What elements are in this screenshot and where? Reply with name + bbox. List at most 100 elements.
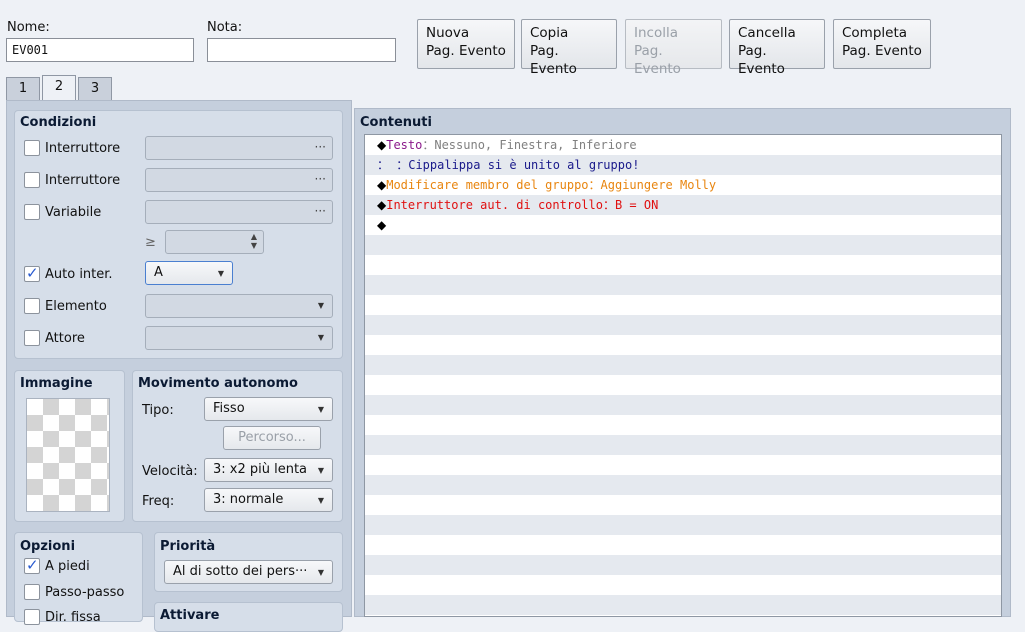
name-input[interactable]: EV001 [6,38,194,62]
walking-checkbox[interactable]: ✓ [24,556,40,574]
clear-page-line2: Pag. Evento [842,43,922,59]
delete-page-line1: Cancella [738,25,796,41]
note-label: Nota: [207,20,243,35]
more-icon: ··· [314,140,326,154]
empty-command-row[interactable] [365,515,1001,535]
options-title: Opzioni [20,539,76,554]
variable-checkbox[interactable] [24,204,40,220]
chevron-down-icon: ▼ [317,466,324,475]
switch1-label: Interruttore [45,141,121,156]
empty-command-row[interactable] [365,595,1001,615]
empty-command-row[interactable] [365,375,1001,395]
new-page-button[interactable]: Nuova Pag. Evento [417,19,515,69]
empty-command-row[interactable] [365,435,1001,455]
movement-title: Movimento autonomo [138,376,298,391]
variable-value-spinner[interactable]: ▲ ▼ [165,230,264,254]
chevron-down-icon: ▼ [317,496,324,505]
command-bullet-icon: ◆ [377,138,387,152]
tab-1[interactable]: 1 [6,77,40,101]
empty-command-row[interactable] [365,235,1001,255]
command-bullet-icon: ◆ [377,178,387,192]
chevron-down-icon: ▼ [317,333,324,342]
paste-page-line2: Pag. Evento [634,43,681,77]
empty-command-row[interactable] [365,555,1001,575]
switch1-checkbox[interactable] [24,140,40,156]
clear-page-button[interactable]: Completa Pag. Evento [833,19,931,69]
switch1-selector[interactable]: ··· [145,136,333,160]
chevron-down-icon: ▼ [317,301,324,310]
more-icon: ··· [314,172,326,186]
copy-page-button[interactable]: Copia Pag. Evento [521,19,617,77]
route-button[interactable]: Percorso... [223,426,321,450]
direction-fix-label: Dir. fissa [45,610,101,625]
self-switch-checkbox[interactable]: ✓ [24,264,40,282]
paste-page-line1: Incolla [634,25,678,41]
actor-checkbox[interactable] [24,330,40,346]
empty-command-row[interactable] [365,275,1001,295]
frequency-value: 3: normale [213,492,284,507]
self-switch-value: A [154,265,163,280]
walking-label: A piedi [45,559,90,574]
tab-2[interactable]: 2 [42,75,76,101]
switch2-checkbox[interactable] [24,172,40,188]
command-text: ： ：Cippalippa si è unito al gruppo! [377,158,640,172]
actor-dropdown[interactable]: ▼ [145,326,333,350]
frequency-dropdown[interactable]: 3: normale ▼ [204,488,333,512]
priority-dropdown[interactable]: Al di sotto dei pers··· ▼ [164,560,333,584]
stepping-checkbox[interactable] [24,584,40,600]
movement-type-value: Fisso [213,401,245,416]
actor-label: Attore [45,331,85,346]
trigger-title: Attivare [160,608,220,623]
image-title: Immagine [20,376,93,391]
empty-command-row[interactable] [365,355,1001,375]
page-tabs: 1 2 3 [6,75,116,101]
command-row[interactable]: ◆Testo：Nessuno, Finestra, Inferiore [365,135,1001,155]
switch2-label: Interruttore [45,173,121,188]
delete-page-button[interactable]: Cancella Pag. Evento [729,19,825,77]
command-text: Modificare membro del gruppo：Aggiungere … [386,178,717,192]
conditions-title: Condizioni [20,115,97,130]
name-label: Nome: [7,20,50,35]
speed-dropdown[interactable]: 3: x2 più lenta ▼ [204,458,333,482]
new-page-line1: Nuova [426,25,470,41]
empty-command-row[interactable] [365,255,1001,275]
chevron-down-icon: ▼ [317,568,324,577]
command-row[interactable]: ◆ [365,215,1001,235]
contents-title: Contenuti [360,115,432,130]
chevron-down-icon: ▼ [317,405,324,414]
variable-label: Variabile [45,205,102,220]
command-row[interactable]: ◆Interruttore aut. di controllo：B = ON [365,195,1001,215]
empty-command-row[interactable] [365,395,1001,415]
empty-command-row[interactable] [365,455,1001,475]
note-input[interactable] [207,38,396,62]
item-checkbox[interactable] [24,298,40,314]
checkmark-icon: ✓ [26,556,39,574]
event-command-list[interactable]: ◆Testo：Nessuno, Finestra, Inferiore ： ：Ci… [364,134,1002,617]
command-row[interactable]: ◆Modificare membro del gruppo：Aggiungere… [365,175,1001,195]
self-switch-dropdown[interactable]: A ▼ [145,261,233,285]
empty-command-row[interactable] [365,495,1001,515]
ge-symbol: ≥ [145,235,156,250]
item-label: Elemento [45,299,107,314]
item-dropdown[interactable]: ▼ [145,294,333,318]
self-switch-label: Auto inter. [45,267,113,282]
direction-fix-checkbox[interactable] [24,609,40,625]
event-image-preview[interactable] [26,398,110,512]
empty-command-row[interactable] [365,415,1001,435]
empty-command-row[interactable] [365,475,1001,495]
empty-command-row[interactable] [365,295,1001,315]
empty-command-row[interactable] [365,315,1001,335]
tab-3[interactable]: 3 [78,77,112,101]
copy-page-line1: Copia [530,25,569,41]
switch2-selector[interactable]: ··· [145,168,333,192]
paste-page-button[interactable]: Incolla Pag. Evento [625,19,722,77]
chevron-down-icon: ▼ [217,269,224,278]
command-row[interactable]: ： ：Cippalippa si è unito al gruppo! [365,155,1001,175]
movement-type-label: Tipo: [142,403,174,418]
variable-selector[interactable]: ··· [145,200,333,224]
empty-command-row[interactable] [365,335,1001,355]
movement-type-dropdown[interactable]: Fisso ▼ [204,397,333,421]
spinner-arrows-icon[interactable]: ▲ ▼ [251,232,257,250]
empty-command-row[interactable] [365,535,1001,555]
empty-command-row[interactable] [365,575,1001,595]
